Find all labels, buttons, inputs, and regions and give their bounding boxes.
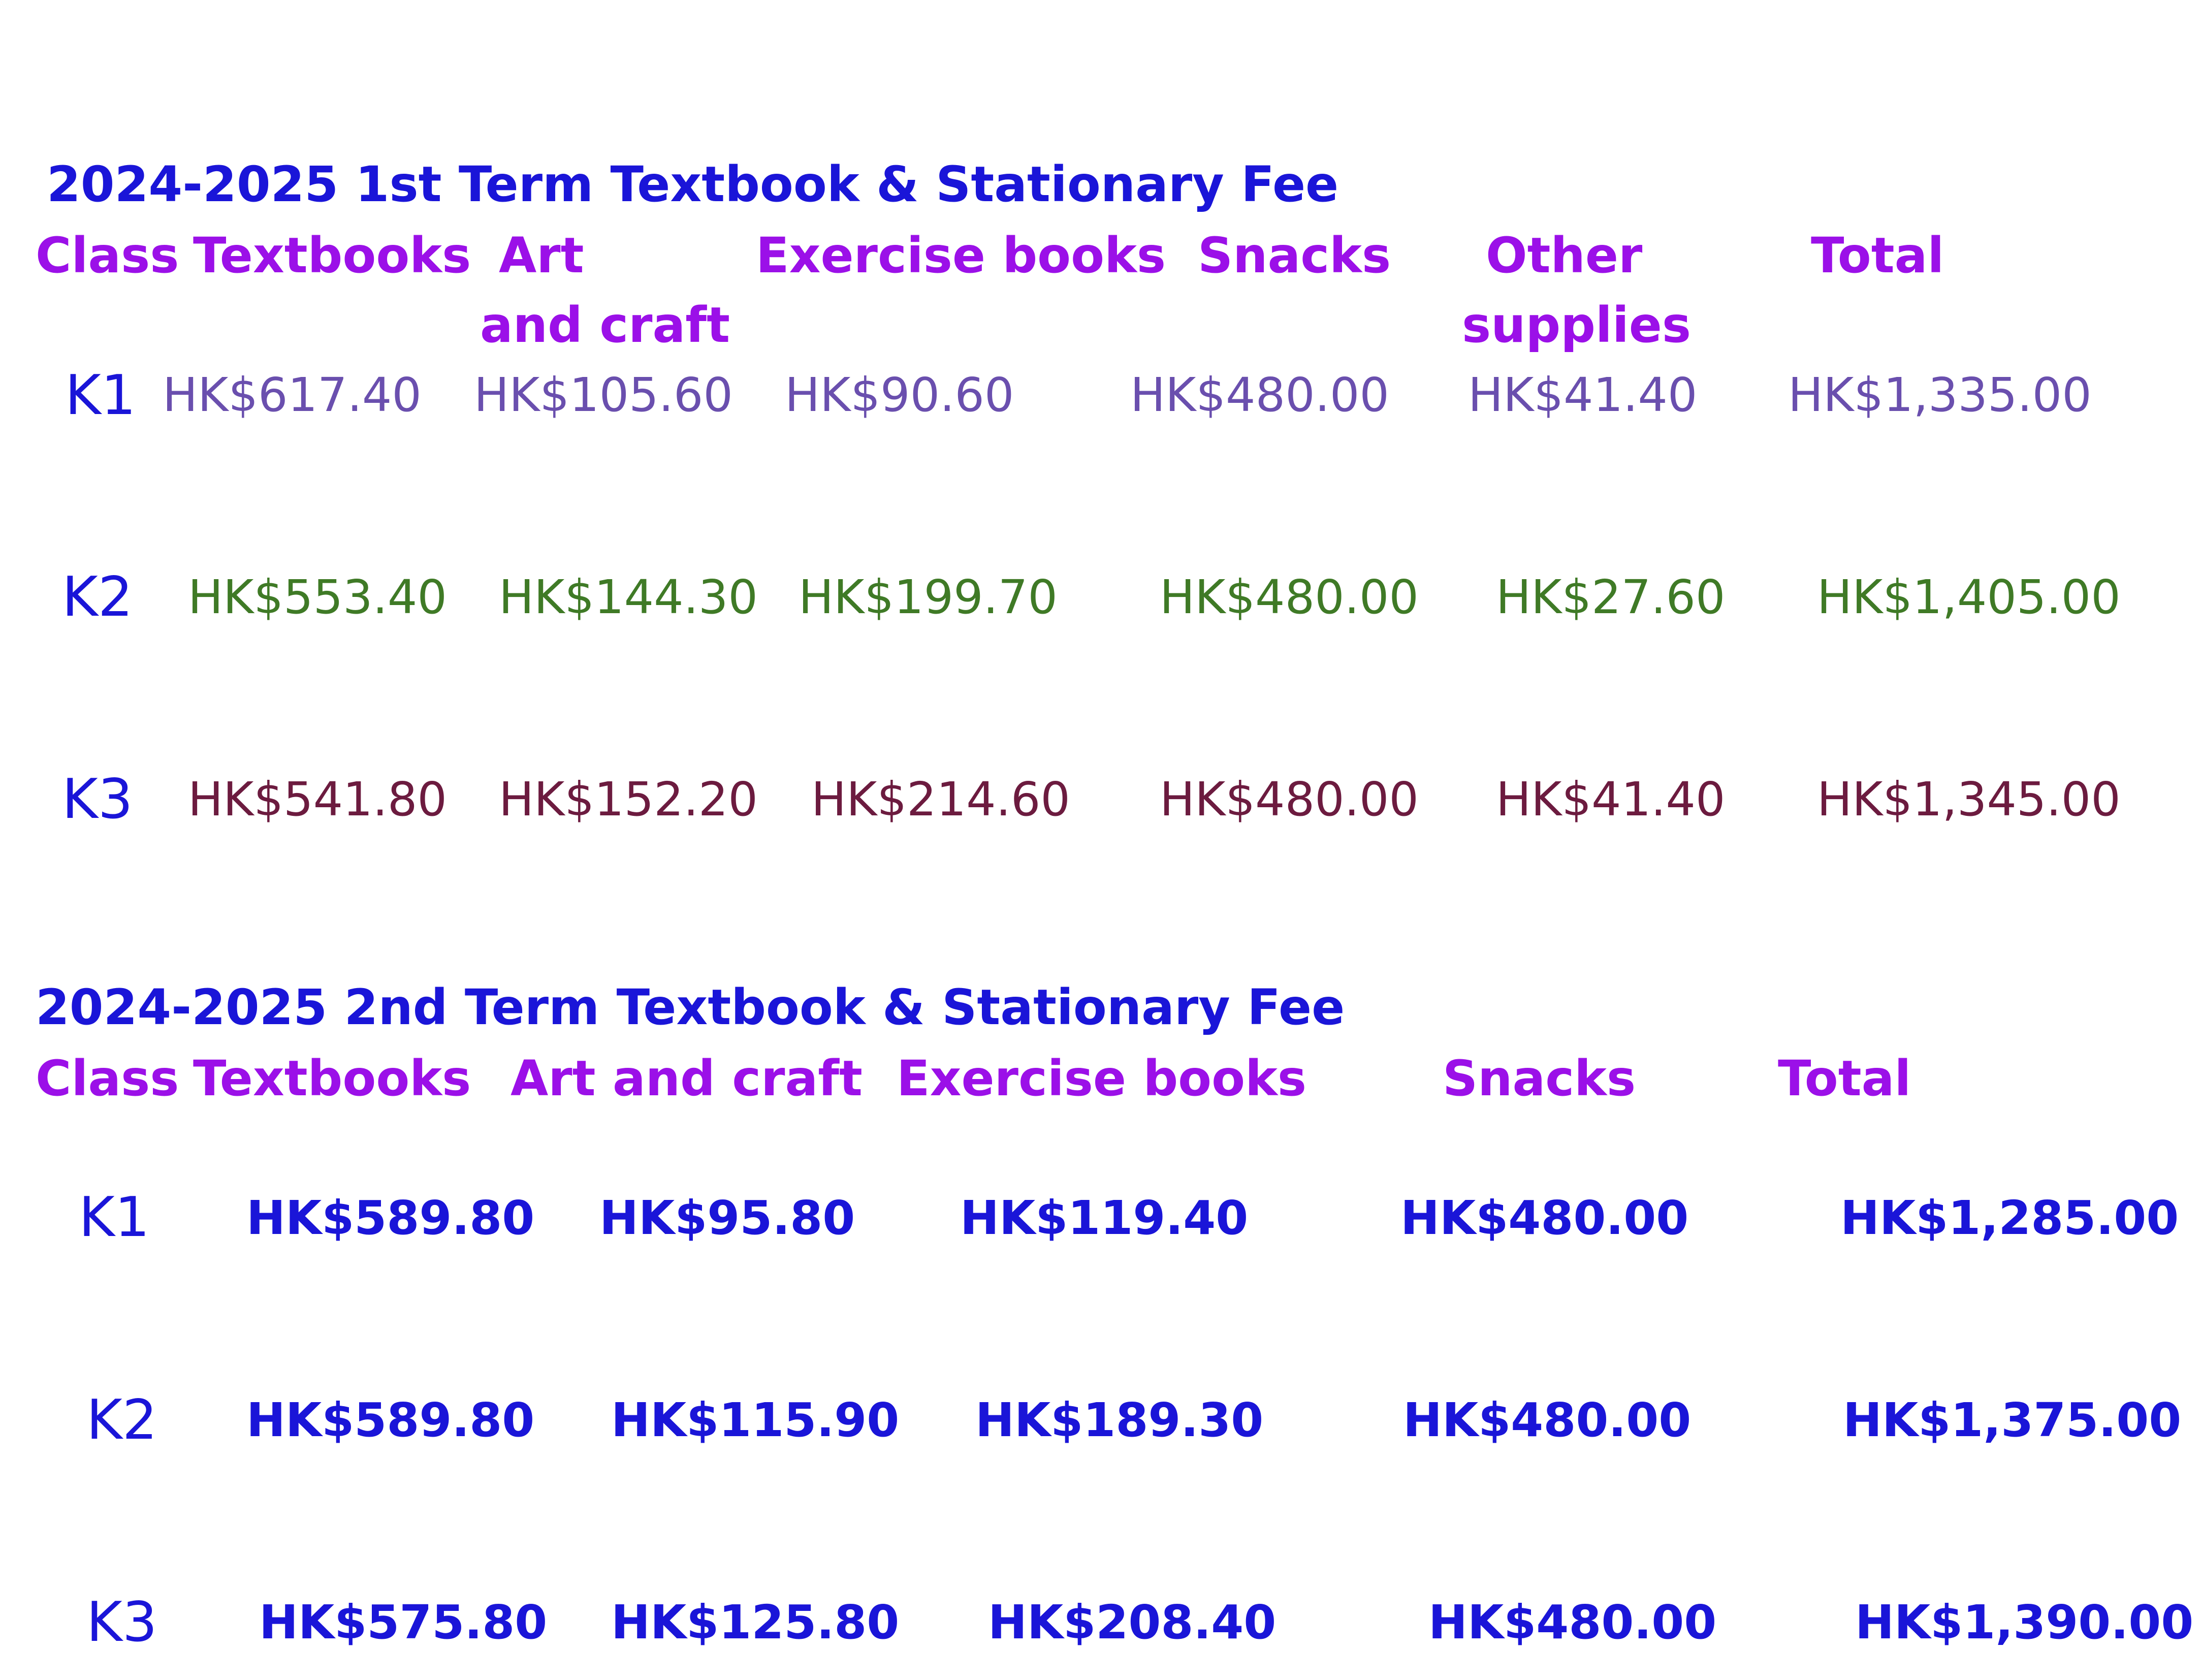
term1-row-k2-total: HK$1,405.00 bbox=[1817, 570, 2121, 624]
term1-row-k3-textbooks: HK$541.80 bbox=[188, 772, 447, 827]
term2-row-k1-class: K1 bbox=[79, 1186, 150, 1249]
term2-header-art: Art and craft bbox=[511, 1050, 863, 1107]
term1-header-total: Total bbox=[1811, 227, 1944, 284]
term2-row-k2-textbooks: HK$589.80 bbox=[246, 1393, 535, 1447]
term2-row-k1-textbooks: HK$589.80 bbox=[246, 1191, 535, 1245]
term1-row-k3-snacks: HK$480.00 bbox=[1160, 772, 1419, 827]
term1-row-k1-exercise: HK$90.60 bbox=[785, 368, 1014, 422]
term1-row-k2-art: HK$144.30 bbox=[499, 570, 758, 624]
term1-row-k1-snacks: HK$480.00 bbox=[1130, 368, 1389, 422]
term1-header-art: Art bbox=[499, 227, 584, 284]
term2-row-k3-class: K3 bbox=[86, 1591, 157, 1654]
term1-header-other: Other bbox=[1486, 227, 1643, 284]
term1-row-k2-exercise: HK$199.70 bbox=[799, 570, 1058, 624]
term1-row-k1-art: HK$105.60 bbox=[474, 368, 733, 422]
term2-row-k3-art: HK$125.80 bbox=[611, 1595, 900, 1650]
term2-row-k3-total: HK$1,390.00 bbox=[1855, 1595, 2194, 1650]
term2-header-class: Class bbox=[36, 1050, 179, 1107]
term1-row-k2-snacks: HK$480.00 bbox=[1160, 570, 1419, 624]
term2-row-k2-art: HK$115.90 bbox=[611, 1393, 900, 1447]
term2-row-k3-exercise: HK$208.40 bbox=[988, 1595, 1277, 1650]
term2-row-k2-total: HK$1,375.00 bbox=[1843, 1393, 2182, 1447]
term1-header-exercise: Exercise books bbox=[756, 227, 1166, 284]
term2-header-exercise: Exercise books bbox=[897, 1050, 1307, 1107]
term1-row-k3-exercise: HK$214.60 bbox=[811, 772, 1070, 827]
term1-row-k3-other: HK$41.40 bbox=[1496, 772, 1726, 827]
term1-header-textbooks: Textbooks bbox=[193, 227, 471, 284]
term1-header-snacks: Snacks bbox=[1198, 227, 1391, 284]
term2-header-total: Total bbox=[1778, 1050, 1911, 1107]
term1-row-k1-class: K1 bbox=[65, 364, 136, 427]
term1-row-k2-textbooks: HK$553.40 bbox=[188, 570, 447, 624]
term2-row-k1-total: HK$1,285.00 bbox=[1840, 1191, 2179, 1245]
term2-row-k3-textbooks: HK$575.80 bbox=[259, 1595, 548, 1650]
term1-header-other-line2: supplies bbox=[1462, 297, 1691, 354]
term1-row-k2-other: HK$27.60 bbox=[1496, 570, 1726, 624]
term2-row-k1-exercise: HK$119.40 bbox=[960, 1191, 1249, 1245]
term1-row-k1-textbooks: HK$617.40 bbox=[163, 368, 422, 422]
term2-title: 2024-2025 2nd Term Textbook & Stationary… bbox=[36, 979, 1345, 1036]
term1-row-k3-total: HK$1,345.00 bbox=[1817, 772, 2121, 827]
term2-row-k2-snacks: HK$480.00 bbox=[1403, 1393, 1692, 1447]
term2-header-textbooks: Textbooks bbox=[193, 1050, 471, 1107]
term1-row-k1-other: HK$41.40 bbox=[1468, 368, 1698, 422]
term1-row-k3-art: HK$152.20 bbox=[499, 772, 758, 827]
term2-row-k2-exercise: HK$189.30 bbox=[975, 1393, 1264, 1447]
term2-header-snacks: Snacks bbox=[1443, 1050, 1636, 1107]
term1-row-k1-total: HK$1,335.00 bbox=[1788, 368, 2092, 422]
term2-row-k2-class: K2 bbox=[86, 1388, 157, 1452]
term2-row-k3-snacks: HK$480.00 bbox=[1428, 1595, 1717, 1650]
term1-title: 2024-2025 1st Term Textbook & Stationary… bbox=[47, 156, 1339, 213]
term2-row-k1-art: HK$95.80 bbox=[599, 1191, 855, 1245]
term2-row-k1-snacks: HK$480.00 bbox=[1400, 1191, 1689, 1245]
term1-row-k2-class: K2 bbox=[62, 565, 133, 629]
term1-header-class: Class bbox=[36, 227, 179, 284]
term1-row-k3-class: K3 bbox=[62, 768, 133, 831]
term1-header-art-line2: and craft bbox=[480, 297, 730, 354]
